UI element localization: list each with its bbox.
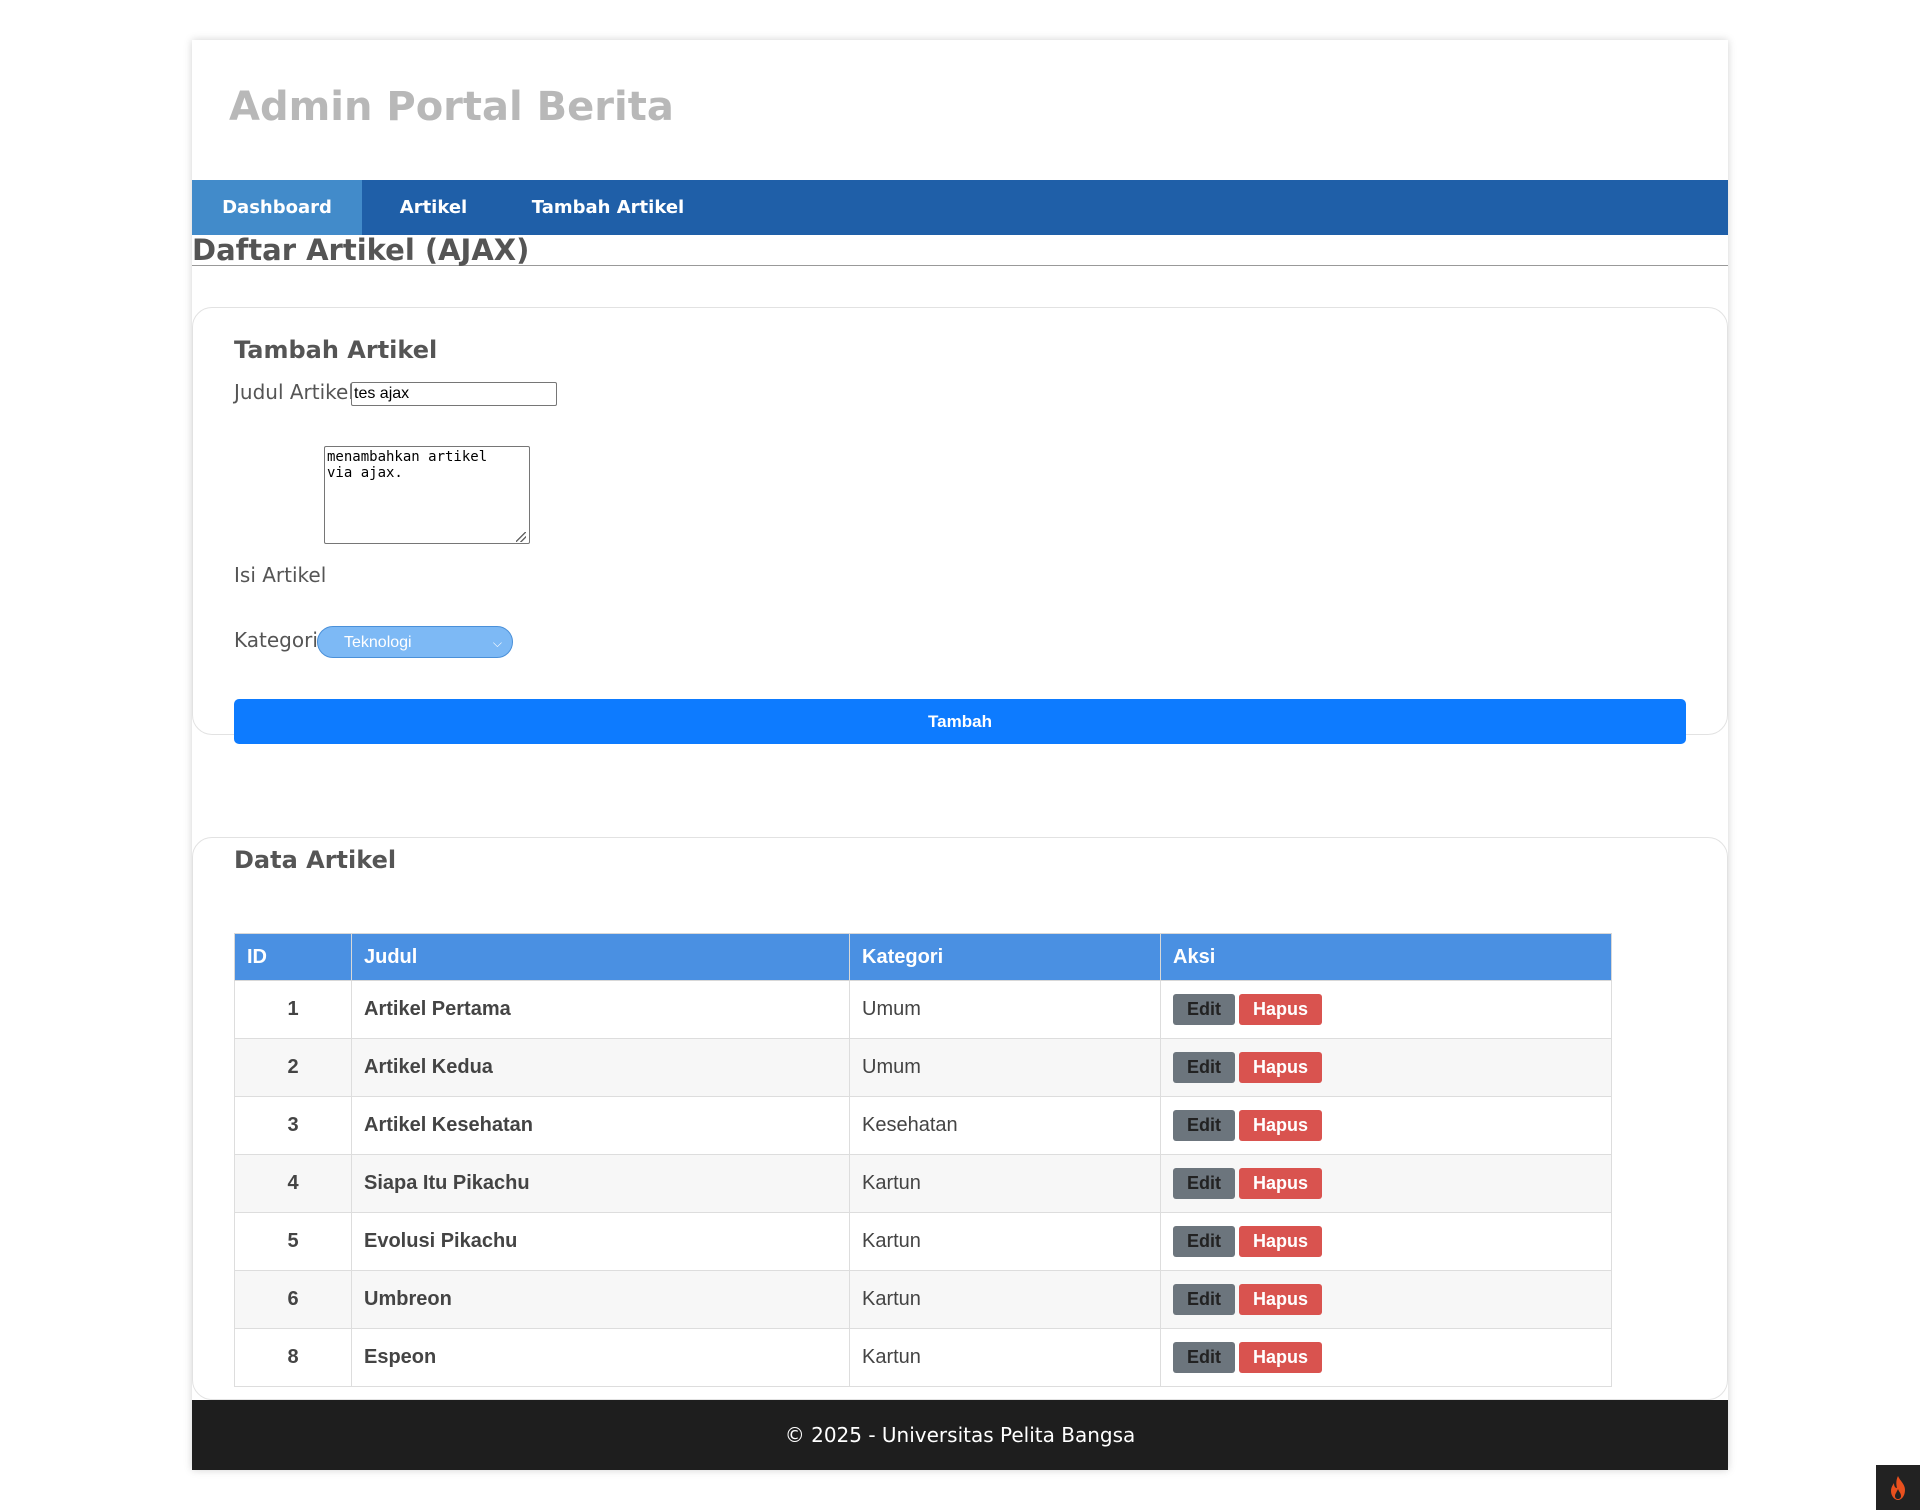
isi-textarea[interactable]: menambahkan artikel via ajax. — [324, 446, 530, 544]
table-row: 6 Umbreon Kartun Edit Hapus — [234, 1270, 1612, 1329]
cell-judul: Artikel Pertama — [351, 980, 850, 1039]
page-container: Admin Portal Berita Dashboard Artikel Ta… — [192, 40, 1728, 1470]
cell-judul: Artikel Kedua — [351, 1038, 850, 1097]
isi-label: Isi Artikel — [234, 563, 327, 587]
cell-judul: Siapa Itu Pikachu — [351, 1154, 850, 1213]
articles-table: ID Judul Kategori Aksi 1 Artikel Pertama… — [234, 933, 1612, 1387]
hapus-button[interactable]: Hapus — [1239, 994, 1323, 1025]
data-artikel-card: Data Artikel ID Judul Kategori Aksi 1 Ar… — [192, 837, 1728, 1400]
cell-judul: Artikel Kesehatan — [351, 1096, 850, 1155]
cell-kategori: Kesehatan — [849, 1096, 1161, 1155]
kategori-label: Kategori — [234, 628, 318, 652]
edit-button[interactable]: Edit — [1173, 1052, 1235, 1083]
table-row: 1 Artikel Pertama Umum Edit Hapus — [234, 980, 1612, 1039]
hapus-button[interactable]: Hapus — [1239, 1226, 1323, 1257]
kategori-select[interactable]: Teknologi ⌵ — [317, 626, 513, 658]
hapus-button[interactable]: Hapus — [1239, 1342, 1323, 1373]
cell-aksi: Edit Hapus — [1160, 1328, 1612, 1387]
flame-icon[interactable] — [1876, 1465, 1920, 1510]
column-header-kategori: Kategori — [849, 933, 1161, 981]
site-title: Admin Portal Berita — [229, 84, 674, 130]
nav-item-dashboard[interactable]: Dashboard — [192, 180, 362, 235]
cell-aksi: Edit Hapus — [1160, 1038, 1612, 1097]
chevron-down-icon: ⌵ — [492, 636, 502, 650]
cell-kategori: Umum — [849, 980, 1161, 1039]
cell-judul: Umbreon — [351, 1270, 850, 1329]
cell-id: 5 — [234, 1212, 352, 1271]
cell-kategori: Kartun — [849, 1270, 1161, 1329]
hapus-button[interactable]: Hapus — [1239, 1168, 1323, 1199]
flame-icon-svg — [1891, 1475, 1905, 1500]
site-header: Admin Portal Berita — [192, 40, 1728, 180]
table-row: 5 Evolusi Pikachu Kartun Edit Hapus — [234, 1212, 1612, 1271]
cell-judul: Espeon — [351, 1328, 850, 1387]
main-nav: Dashboard Artikel Tambah Artikel — [192, 180, 1728, 235]
form-title: Tambah Artikel — [234, 336, 438, 364]
cell-kategori: Kartun — [849, 1212, 1161, 1271]
column-header-aksi: Aksi — [1160, 933, 1612, 981]
footer-text: © 2025 - Universitas Pelita Bangsa — [784, 1423, 1136, 1447]
cell-aksi: Edit Hapus — [1160, 1096, 1612, 1155]
cell-aksi: Edit Hapus — [1160, 1270, 1612, 1329]
column-header-judul: Judul — [351, 933, 850, 981]
nav-item-artikel[interactable]: Artikel — [362, 180, 505, 235]
edit-button[interactable]: Edit — [1173, 1110, 1235, 1141]
cell-aksi: Edit Hapus — [1160, 980, 1612, 1039]
cell-aksi: Edit Hapus — [1160, 1154, 1612, 1213]
edit-button[interactable]: Edit — [1173, 1168, 1235, 1199]
cell-id: 8 — [234, 1328, 352, 1387]
edit-button[interactable]: Edit — [1173, 1284, 1235, 1315]
cell-kategori: Kartun — [849, 1328, 1161, 1387]
cell-judul: Evolusi Pikachu — [351, 1212, 850, 1271]
hapus-button[interactable]: Hapus — [1239, 1110, 1323, 1141]
cell-id: 6 — [234, 1270, 352, 1329]
table-header-row: ID Judul Kategori Aksi — [234, 933, 1612, 981]
resize-grip-icon[interactable] — [516, 532, 526, 542]
cell-id: 4 — [234, 1154, 352, 1213]
judul-input[interactable] — [351, 382, 557, 406]
cell-kategori: Kartun — [849, 1154, 1161, 1213]
table-row: 8 Espeon Kartun Edit Hapus — [234, 1328, 1612, 1387]
edit-button[interactable]: Edit — [1173, 994, 1235, 1025]
cell-id: 3 — [234, 1096, 352, 1155]
column-header-id: ID — [234, 933, 352, 981]
hapus-button[interactable]: Hapus — [1239, 1284, 1323, 1315]
judul-label: Judul Artikel — [234, 380, 354, 404]
cell-id: 1 — [234, 980, 352, 1039]
tambah-button[interactable]: Tambah — [234, 699, 1686, 744]
hapus-button[interactable]: Hapus — [1239, 1052, 1323, 1083]
add-article-form-card: Tambah Artikel Judul Artikel Isi Artikel… — [192, 307, 1728, 744]
table-row: 2 Artikel Kedua Umum Edit Hapus — [234, 1038, 1612, 1097]
cell-kategori: Umum — [849, 1038, 1161, 1097]
site-footer: © 2025 - Universitas Pelita Bangsa — [192, 1400, 1728, 1470]
edit-button[interactable]: Edit — [1173, 1226, 1235, 1257]
cell-aksi: Edit Hapus — [1160, 1212, 1612, 1271]
kategori-selected-value: Teknologi — [344, 634, 412, 651]
cell-id: 2 — [234, 1038, 352, 1097]
edit-button[interactable]: Edit — [1173, 1342, 1235, 1373]
table-row: 4 Siapa Itu Pikachu Kartun Edit Hapus — [234, 1154, 1612, 1213]
page-heading: Daftar Artikel (AJAX) — [192, 235, 1728, 266]
nav-item-tambah-artikel[interactable]: Tambah Artikel — [505, 180, 711, 235]
table-row: 3 Artikel Kesehatan Kesehatan Edit Hapus — [234, 1096, 1612, 1155]
data-section-title: Data Artikel — [234, 846, 397, 874]
